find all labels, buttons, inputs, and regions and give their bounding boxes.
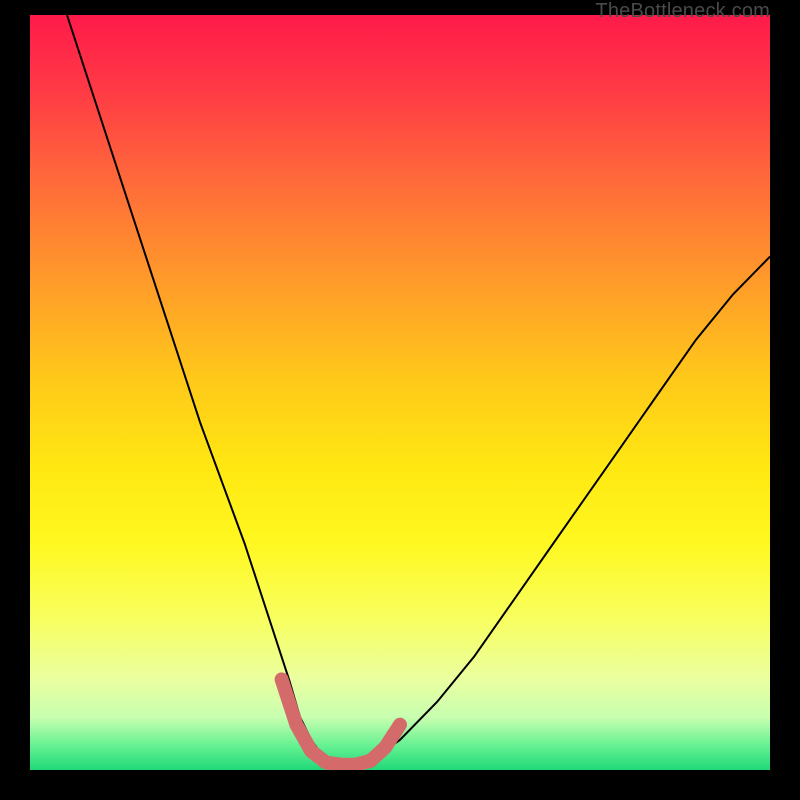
chart-frame: TheBottleneck.com <box>0 0 800 800</box>
bottleneck-curve <box>67 15 770 766</box>
curve-layer <box>30 15 770 770</box>
watermark-text: TheBottleneck.com <box>595 0 770 23</box>
highlight-region <box>282 679 400 764</box>
